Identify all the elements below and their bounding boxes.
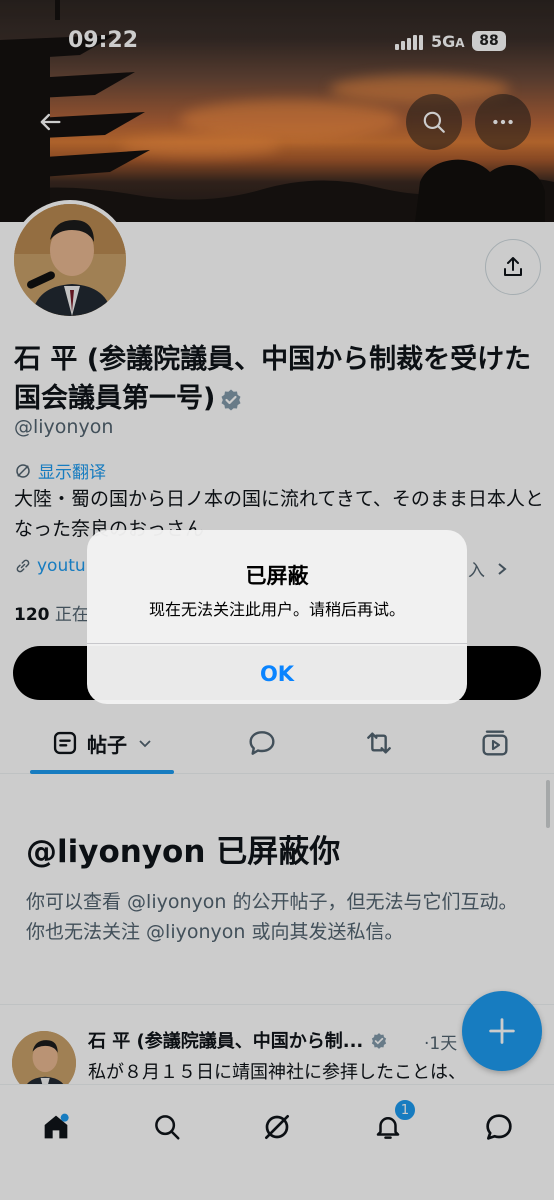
ok-button[interactable]: OK <box>87 644 467 704</box>
blocked-alert-dialog: 已屏蔽 现在无法关注此用户。请稍后再试。 OK <box>87 530 467 704</box>
alert-message: 现在无法关注此用户。请稍后再试。 <box>148 600 405 619</box>
alert-title: 已屏蔽 <box>245 564 309 588</box>
